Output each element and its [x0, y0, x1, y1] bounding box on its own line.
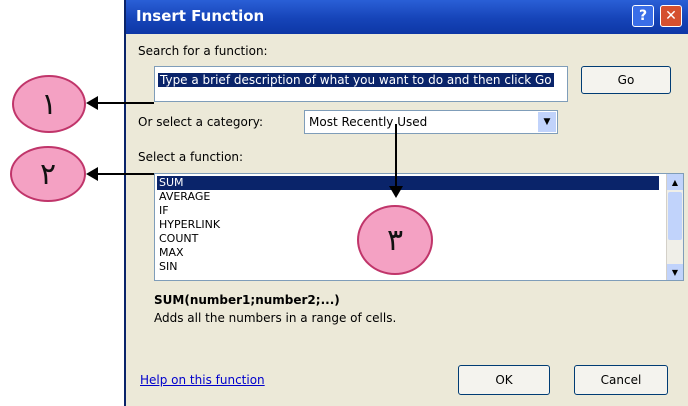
search-text: Type a brief description of what you wan…: [158, 73, 554, 87]
function-item-sum[interactable]: SUM: [157, 176, 659, 190]
callout-2: ٢: [10, 146, 86, 202]
category-label: Or select a category:: [138, 115, 264, 129]
title-bar[interactable]: Insert Function ? ✕: [126, 0, 688, 34]
insert-function-dialog: Insert Function ? ✕ Search for a functio…: [124, 0, 688, 406]
search-input[interactable]: Type a brief description of what you wan…: [154, 66, 568, 102]
close-icon[interactable]: ✕: [660, 5, 682, 27]
list-scrollbar[interactable]: ▲ ▼: [666, 174, 683, 280]
help-on-function-link[interactable]: Help on this function: [140, 373, 265, 387]
category-select[interactable]: Most Recently Used ▼: [304, 110, 558, 134]
callout-1-arrowhead: [86, 96, 98, 110]
callout-1-arrow-line: [96, 102, 154, 104]
callout-2-arrowhead: [86, 167, 98, 181]
ok-button[interactable]: OK: [458, 365, 550, 395]
function-description: Adds all the numbers in a range of cells…: [154, 311, 397, 325]
function-item-average[interactable]: AVERAGE: [157, 190, 659, 204]
scroll-down-icon[interactable]: ▼: [667, 264, 683, 280]
callout-3-arrowhead: [389, 186, 403, 198]
callout-3-arrow-line: [395, 124, 397, 188]
callout-1: ١: [12, 75, 86, 133]
dialog-title: Insert Function: [136, 7, 265, 25]
search-label: Search for a function:: [138, 44, 268, 58]
function-label: Select a function:: [138, 150, 244, 164]
function-syntax: SUM(number1;number2;...): [154, 293, 340, 307]
chevron-down-icon[interactable]: ▼: [538, 112, 556, 132]
callout-2-arrow-line: [96, 173, 154, 175]
scroll-up-icon[interactable]: ▲: [667, 174, 683, 190]
help-icon[interactable]: ?: [632, 5, 654, 27]
go-button[interactable]: Go: [581, 66, 671, 94]
callout-3: ٣: [357, 205, 433, 275]
cancel-button[interactable]: Cancel: [574, 365, 668, 395]
stage: Insert Function ? ✕ Search for a functio…: [0, 0, 688, 406]
scroll-thumb[interactable]: [668, 192, 682, 240]
category-value: Most Recently Used: [309, 115, 428, 129]
